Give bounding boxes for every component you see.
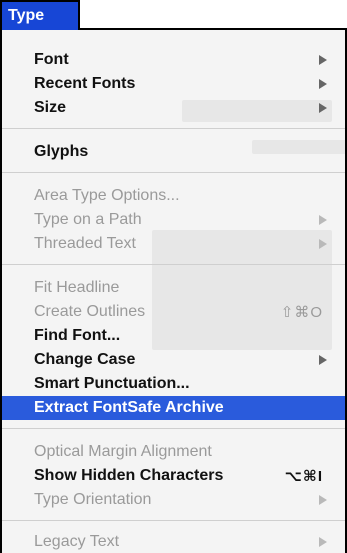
menu-item-fit-headline[interactable]: Fit Headline (2, 276, 345, 300)
submenu-arrow-icon (319, 495, 327, 505)
menu-item-recent-fonts[interactable]: Recent Fonts (2, 72, 345, 96)
menu-item-type-orientation[interactable]: Type Orientation (2, 488, 345, 512)
menu-item-optical-margin-alignment[interactable]: Optical Margin Alignment (2, 440, 345, 464)
menu-item-show-hidden-characters[interactable]: Show Hidden Characters ⌥⌘I (2, 464, 345, 488)
menu-item-label: Find Font... (34, 327, 121, 344)
menu-separator (2, 128, 345, 129)
menu-item-font[interactable]: Font (2, 48, 345, 72)
submenu-arrow-icon (319, 215, 327, 225)
menu-item-legacy-text[interactable]: Legacy Text (2, 530, 345, 553)
submenu-arrow-icon (319, 355, 327, 365)
submenu-arrow-icon (319, 55, 327, 65)
menu-item-label: Smart Punctuation... (34, 375, 190, 392)
menu-item-label: Change Case (34, 351, 136, 368)
menu-item-find-font[interactable]: Find Font... (2, 324, 345, 348)
menu-item-glyphs[interactable]: Glyphs (2, 140, 345, 164)
type-menu-title[interactable]: Type (0, 0, 80, 30)
menu-item-area-type-options[interactable]: Area Type Options... (2, 184, 345, 208)
menu-item-label: Threaded Text (34, 235, 136, 252)
type-menu-dropdown: Font Recent Fonts Size Glyphs Area Type … (0, 28, 347, 553)
menu-item-type-on-a-path[interactable]: Type on a Path (2, 208, 345, 232)
menu-item-label: Size (34, 99, 67, 116)
menu-item-label: Optical Margin Alignment (34, 443, 212, 460)
menu-separator (2, 520, 345, 521)
menu-item-label: Font (34, 51, 69, 68)
menu-separator (2, 264, 345, 265)
menu-item-label: Legacy Text (34, 533, 120, 550)
submenu-arrow-icon (319, 239, 327, 249)
menu-item-label: Recent Fonts (34, 75, 136, 92)
menu-item-label: Type Orientation (34, 491, 152, 508)
menu-item-label: Type on a Path (34, 211, 142, 228)
menu-item-shortcut: ⌥⌘I (284, 468, 323, 485)
menu-item-change-case[interactable]: Change Case (2, 348, 345, 372)
menu-item-extract-fontsafe-archive[interactable]: Extract FontSafe Archive (2, 396, 345, 420)
submenu-arrow-icon (319, 79, 327, 89)
menu-item-label: Glyphs (34, 143, 89, 160)
submenu-arrow-icon (319, 103, 327, 113)
menu-separator (2, 172, 345, 173)
menu-item-label: Extract FontSafe Archive (34, 399, 224, 416)
menu-item-smart-punctuation[interactable]: Smart Punctuation... (2, 372, 345, 396)
menu-item-size[interactable]: Size (2, 96, 345, 120)
menu-item-shortcut: ⇧⌘O (280, 304, 323, 321)
submenu-arrow-icon (319, 537, 327, 547)
menu-separator (2, 428, 345, 429)
menu-item-threaded-text[interactable]: Threaded Text (2, 232, 345, 256)
menu-item-label: Area Type Options... (34, 187, 180, 204)
menu-item-label: Fit Headline (34, 279, 120, 296)
menu-item-create-outlines[interactable]: Create Outlines ⇧⌘O (2, 300, 345, 324)
